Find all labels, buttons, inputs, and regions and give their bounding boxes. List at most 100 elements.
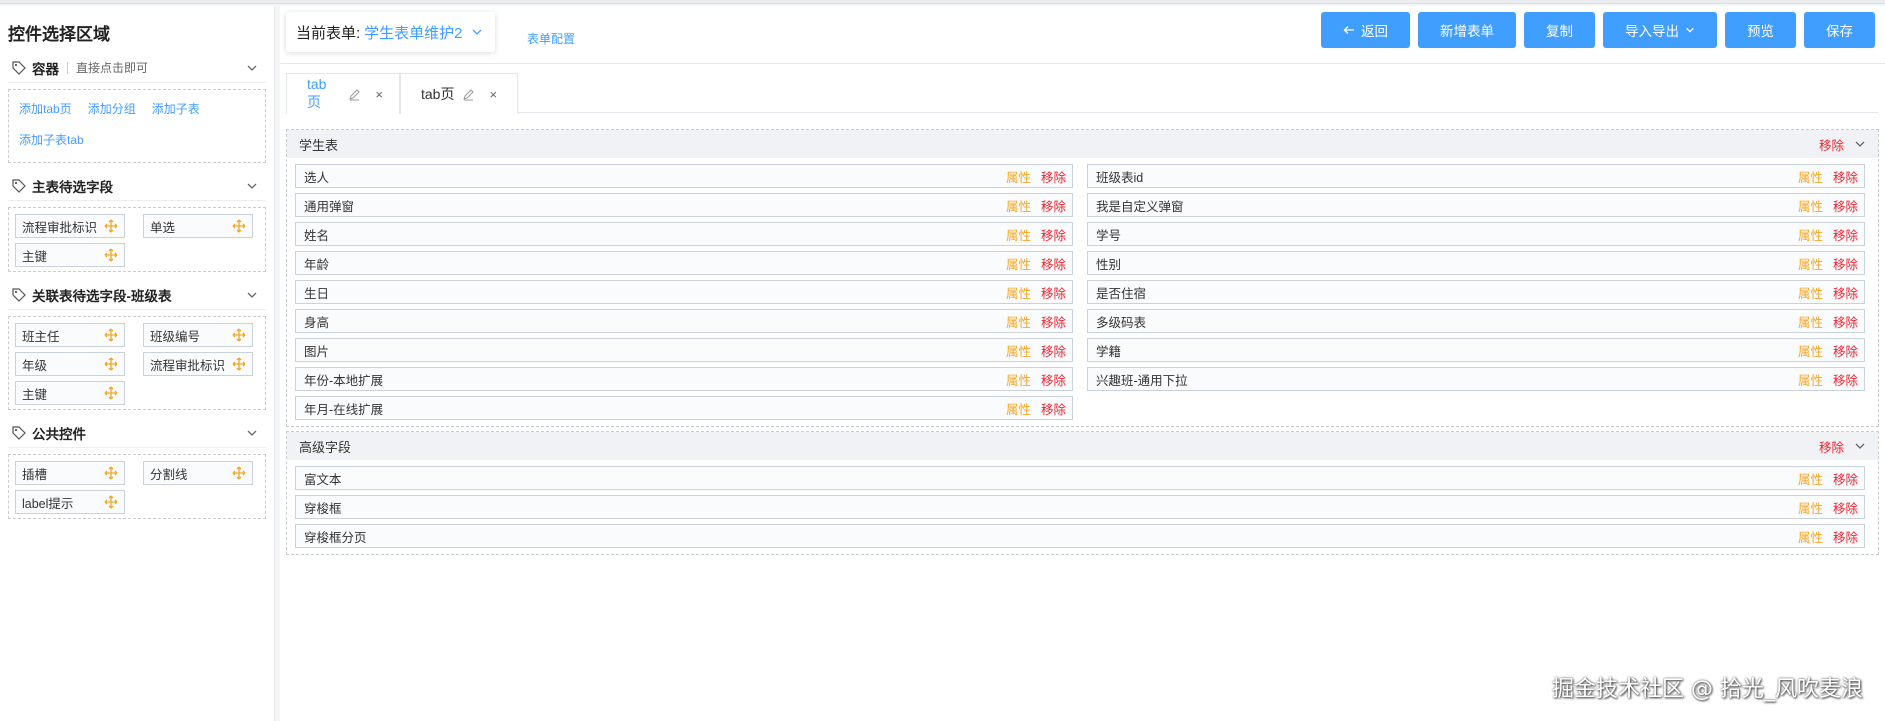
- add-tab-link[interactable]: 添加tab页: [19, 100, 72, 117]
- remove-button[interactable]: 移除: [1833, 527, 1858, 546]
- form-field-row[interactable]: 姓名 属性 移除: [295, 222, 1073, 246]
- form-config-link[interactable]: 表单配置: [527, 30, 575, 47]
- save-button[interactable]: 保存: [1804, 12, 1875, 48]
- form-field-row[interactable]: 多级码表 属性 移除: [1087, 309, 1865, 333]
- form-field-row[interactable]: 是否住宿 属性 移除: [1087, 280, 1865, 304]
- attr-button[interactable]: 属性: [1798, 196, 1823, 215]
- remove-button[interactable]: 移除: [1041, 312, 1066, 331]
- attr-button[interactable]: 属性: [1798, 527, 1823, 546]
- move-icon[interactable]: [232, 357, 246, 371]
- chevron-down-icon[interactable]: [246, 180, 258, 192]
- attr-button[interactable]: 属性: [1006, 370, 1031, 389]
- remove-button[interactable]: 移除: [1041, 196, 1066, 215]
- move-icon[interactable]: [104, 495, 118, 509]
- section-remove-button[interactable]: 移除: [1819, 135, 1844, 154]
- import-export-button[interactable]: 导入导出: [1603, 12, 1717, 48]
- move-icon[interactable]: [104, 328, 118, 342]
- form-field-row[interactable]: 性别 属性 移除: [1087, 251, 1865, 275]
- form-field-row[interactable]: 穿梭框分页 属性 移除: [295, 524, 1865, 548]
- attr-button[interactable]: 属性: [1798, 167, 1823, 186]
- remove-button[interactable]: 移除: [1041, 341, 1066, 360]
- move-icon[interactable]: [104, 248, 118, 262]
- field-item[interactable]: 班主任: [15, 323, 125, 347]
- copy-button[interactable]: 复制: [1524, 12, 1595, 48]
- section-remove-button[interactable]: 移除: [1819, 437, 1844, 456]
- remove-button[interactable]: 移除: [1833, 283, 1858, 302]
- attr-button[interactable]: 属性: [1798, 469, 1823, 488]
- attr-button[interactable]: 属性: [1006, 225, 1031, 244]
- move-icon[interactable]: [104, 386, 118, 400]
- attr-button[interactable]: 属性: [1006, 341, 1031, 360]
- field-item[interactable]: 流程审批标识: [143, 352, 253, 376]
- field-item[interactable]: label提示: [15, 490, 125, 514]
- tab-1[interactable]: tab页 ×: [286, 73, 400, 114]
- close-icon[interactable]: ×: [489, 87, 497, 102]
- form-field-row[interactable]: 通用弹窗 属性 移除: [295, 193, 1073, 217]
- form-field-row[interactable]: 图片 属性 移除: [295, 338, 1073, 362]
- attr-button[interactable]: 属性: [1798, 225, 1823, 244]
- attr-button[interactable]: 属性: [1006, 312, 1031, 331]
- add-subtable-tab-link[interactable]: 添加子表tab: [19, 131, 84, 148]
- new-form-button[interactable]: 新增表单: [1418, 12, 1516, 48]
- form-field-row[interactable]: 身高 属性 移除: [295, 309, 1073, 333]
- attr-button[interactable]: 属性: [1798, 498, 1823, 517]
- form-field-row[interactable]: 年份-本地扩展 属性 移除: [295, 367, 1073, 391]
- form-field-row[interactable]: 年月-在线扩展 属性 移除: [295, 396, 1073, 420]
- group-header-main-fields[interactable]: 主表待选字段: [8, 171, 266, 201]
- field-item[interactable]: 分割线: [143, 461, 253, 485]
- remove-button[interactable]: 移除: [1833, 225, 1858, 244]
- move-icon[interactable]: [232, 466, 246, 480]
- field-item[interactable]: 主键: [15, 381, 125, 405]
- close-icon[interactable]: ×: [375, 87, 383, 102]
- attr-button[interactable]: 属性: [1006, 167, 1031, 186]
- attr-button[interactable]: 属性: [1798, 370, 1823, 389]
- field-item[interactable]: 单选: [143, 214, 253, 238]
- remove-button[interactable]: 移除: [1833, 370, 1858, 389]
- chevron-down-icon[interactable]: [246, 289, 258, 301]
- attr-button[interactable]: 属性: [1006, 254, 1031, 273]
- group-header-related-fields[interactable]: 关联表待选字段-班级表: [8, 280, 266, 310]
- form-field-row[interactable]: 我是自定义弹窗 属性 移除: [1087, 193, 1865, 217]
- remove-button[interactable]: 移除: [1041, 283, 1066, 302]
- remove-button[interactable]: 移除: [1041, 254, 1066, 273]
- form-field-row[interactable]: 穿梭框 属性 移除: [295, 495, 1865, 519]
- move-icon[interactable]: [104, 466, 118, 480]
- form-field-row[interactable]: 学籍 属性 移除: [1087, 338, 1865, 362]
- attr-button[interactable]: 属性: [1006, 196, 1031, 215]
- form-field-row[interactable]: 年龄 属性 移除: [295, 251, 1073, 275]
- chevron-down-icon[interactable]: [1854, 440, 1866, 452]
- back-button[interactable]: 返回: [1321, 12, 1410, 48]
- field-item[interactable]: 流程审批标识: [15, 214, 125, 238]
- move-icon[interactable]: [232, 219, 246, 233]
- group-header-common-controls[interactable]: 公共控件: [8, 418, 266, 448]
- remove-button[interactable]: 移除: [1041, 225, 1066, 244]
- chevron-down-icon[interactable]: [246, 62, 258, 74]
- chevron-down-icon[interactable]: [246, 427, 258, 439]
- move-icon[interactable]: [104, 357, 118, 371]
- remove-button[interactable]: 移除: [1833, 469, 1858, 488]
- edit-icon[interactable]: [348, 88, 361, 101]
- move-icon[interactable]: [104, 219, 118, 233]
- remove-button[interactable]: 移除: [1833, 498, 1858, 517]
- field-item[interactable]: 班级编号: [143, 323, 253, 347]
- current-form-select[interactable]: 当前表单: 学生表单维护2: [286, 12, 495, 52]
- attr-button[interactable]: 属性: [1798, 341, 1823, 360]
- field-item[interactable]: 主键: [15, 243, 125, 267]
- form-field-row[interactable]: 选人 属性 移除: [295, 164, 1073, 188]
- tab-2[interactable]: tab页 ×: [400, 73, 518, 114]
- remove-button[interactable]: 移除: [1041, 399, 1066, 418]
- field-item[interactable]: 插槽: [15, 461, 125, 485]
- add-subtable-link[interactable]: 添加子表: [152, 100, 200, 117]
- form-field-row[interactable]: 生日 属性 移除: [295, 280, 1073, 304]
- group-header-container[interactable]: 容器 直接点击即可: [8, 53, 266, 83]
- add-group-link[interactable]: 添加分组: [88, 100, 136, 117]
- remove-button[interactable]: 移除: [1833, 341, 1858, 360]
- remove-button[interactable]: 移除: [1833, 196, 1858, 215]
- attr-button[interactable]: 属性: [1006, 283, 1031, 302]
- attr-button[interactable]: 属性: [1798, 254, 1823, 273]
- attr-button[interactable]: 属性: [1798, 283, 1823, 302]
- attr-button[interactable]: 属性: [1798, 312, 1823, 331]
- remove-button[interactable]: 移除: [1041, 167, 1066, 186]
- chevron-down-icon[interactable]: [1854, 138, 1866, 150]
- move-icon[interactable]: [232, 328, 246, 342]
